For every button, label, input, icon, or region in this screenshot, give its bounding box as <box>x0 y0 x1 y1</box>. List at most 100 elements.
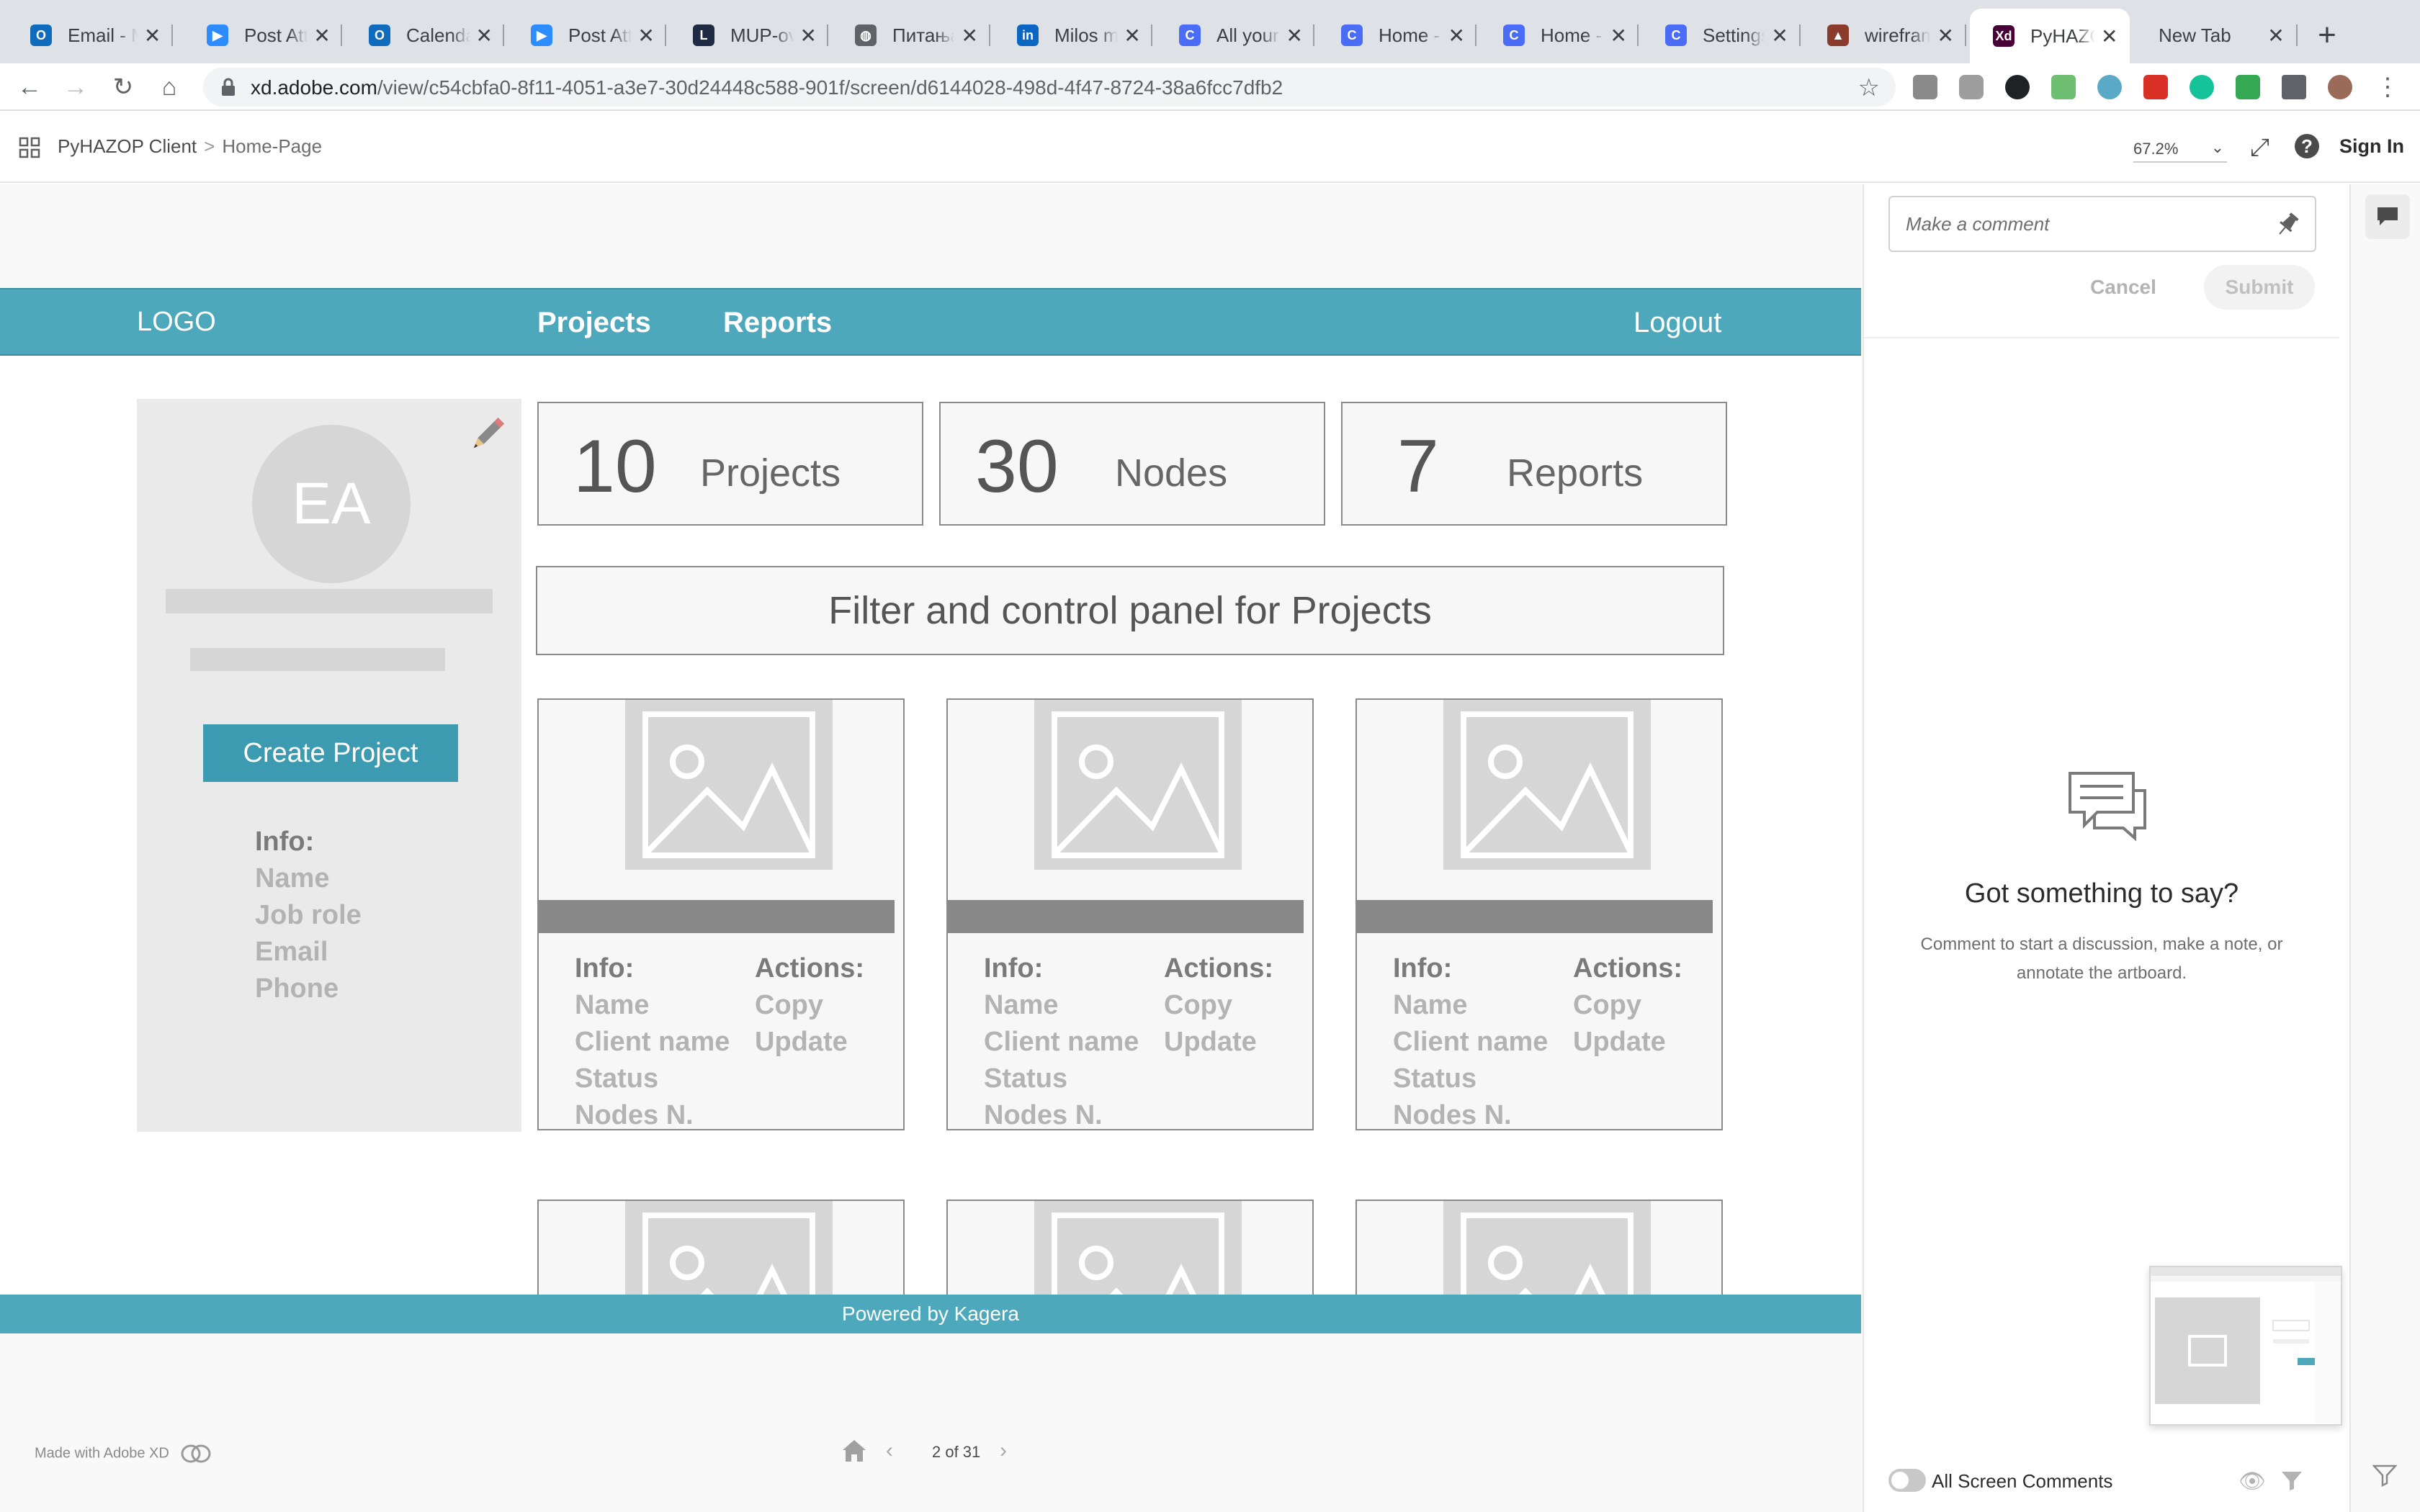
tab-title: Milos me <box>1054 24 1119 46</box>
extension-check-icon[interactable] <box>2236 75 2260 99</box>
tab-close-icon[interactable]: ✕ <box>1610 24 1627 48</box>
stat-reports[interactable]: 7 Reports <box>1341 402 1727 526</box>
address-bar[interactable]: xd.adobe.com/view/c54cbfa0-8f11-4051-a3e… <box>203 68 1896 107</box>
card-title-bar <box>948 900 1304 933</box>
artboard-home-page: LOGO Projects Reports Logout EA Create P… <box>0 184 1861 1295</box>
help-icon[interactable]: ? <box>2295 134 2319 158</box>
tab-close-icon[interactable]: ✕ <box>1770 24 1789 48</box>
logout-link[interactable]: Logout <box>1634 307 1721 339</box>
back-button[interactable]: ← <box>13 71 46 104</box>
tab-close-icon[interactable]: ✕ <box>143 24 161 48</box>
card-update-action[interactable]: Update <box>755 1024 864 1061</box>
previous-screen-button[interactable]: ‹ <box>886 1439 893 1463</box>
extension-pen-icon[interactable] <box>1913 75 1937 99</box>
home-button[interactable]: ⌂ <box>153 71 186 104</box>
project-card[interactable] <box>946 1200 1314 1295</box>
browser-tab[interactable]: Xd PyHAZO ✕ <box>1970 9 2130 63</box>
browser-tab[interactable]: ▶ Post Atte✕ <box>184 13 342 58</box>
card-copy-action[interactable]: Copy <box>755 987 864 1024</box>
card-copy-action[interactable]: Copy <box>1164 987 1273 1024</box>
tab-close-icon[interactable]: ✕ <box>1936 24 1955 48</box>
home-icon[interactable] <box>840 1437 869 1463</box>
tab-close-icon[interactable]: ✕ <box>2266 24 2286 48</box>
tab-close-icon[interactable]: ✕ <box>476 24 493 48</box>
browser-tab[interactable]: L MUP-ova ✕ <box>670 13 828 58</box>
card-actions: Actions: Copy Update <box>755 950 864 1061</box>
minimap-thumbnail[interactable] <box>2149 1266 2342 1426</box>
card-update-action[interactable]: Update <box>1164 1024 1273 1061</box>
all-screen-comments-toggle[interactable] <box>1888 1469 1926 1492</box>
browser-menu-icon[interactable]: ⋮ <box>2371 71 2404 104</box>
browser-tab[interactable]: ▲ wirefram ✕ <box>1804 13 1966 58</box>
chevron-down-icon: ⌄ <box>2210 138 2224 156</box>
tab-close-icon[interactable]: ✕ <box>1124 24 1141 48</box>
card-update-action[interactable]: Update <box>1573 1024 1682 1061</box>
browser-tab[interactable]: ▶ Post Atte✕ <box>508 13 666 58</box>
extension-link-icon[interactable] <box>2005 75 2030 99</box>
filter-flag-icon[interactable] <box>2372 1463 2397 1488</box>
card-info-name: Name <box>1393 990 1468 1020</box>
breadcrumb-app[interactable]: PyHAZOP Client <box>58 135 197 157</box>
url-text: xd.adobe.com/view/c54cbfa0-8f11-4051-a3e… <box>251 76 1283 99</box>
nav-reports[interactable]: Reports <box>723 307 832 339</box>
stat-projects[interactable]: 10 Projects <box>537 402 923 526</box>
browser-tab[interactable]: O Calendar ✕ <box>346 13 504 58</box>
filter-control-panel[interactable]: Filter and control panel for Projects <box>536 566 1724 655</box>
card-copy-action[interactable]: Copy <box>1573 987 1682 1024</box>
tab-close-icon[interactable]: ✕ <box>1286 24 1303 48</box>
grammarly-icon[interactable] <box>2190 75 2214 99</box>
app-footer: Powered by Kagera <box>0 1295 1861 1333</box>
extension-inbox-icon[interactable] <box>2051 75 2076 99</box>
speech-bubble-icon <box>2069 772 2146 841</box>
tab-close-icon[interactable]: ✕ <box>637 24 655 48</box>
browser-tab[interactable]: New Tab ✕ <box>2136 13 2298 58</box>
project-card[interactable]: Info: Name Client name Status Nodes N. A… <box>1355 698 1723 1130</box>
pin-icon[interactable] <box>2273 210 2302 239</box>
browser-tab[interactable]: ◍ Питања ✕ <box>832 13 990 58</box>
stat-nodes[interactable]: 30 Nodes <box>939 402 1325 526</box>
url-host: xd.adobe.com <box>251 76 377 99</box>
extension-lastpass-icon[interactable] <box>2143 75 2168 99</box>
forward-button[interactable]: → <box>59 71 92 104</box>
app-logo[interactable]: LOGO <box>137 307 216 338</box>
browser-tab[interactable]: C Settings ✕ <box>1642 13 1801 58</box>
grid-icon[interactable] <box>19 137 40 158</box>
project-card[interactable] <box>537 1200 905 1295</box>
next-screen-button[interactable]: › <box>1000 1439 1007 1463</box>
extension-globe-icon[interactable] <box>2097 75 2122 99</box>
extensions-puzzle-icon[interactable] <box>2282 75 2306 99</box>
project-card[interactable]: Info: Name Client name Status Nodes N. A… <box>946 698 1314 1130</box>
eye-icon[interactable]: 👁 <box>2238 1469 2266 1494</box>
tab-close-icon[interactable]: ✕ <box>313 24 331 48</box>
camera-icon[interactable] <box>1959 75 1984 99</box>
browser-tab[interactable]: O Email - M✕ <box>7 13 173 58</box>
submit-button[interactable]: Submit <box>2204 265 2315 310</box>
filter-icon[interactable] <box>2280 1469 2303 1492</box>
fullscreen-icon[interactable]: ⤢ <box>2250 134 2269 162</box>
browser-tab[interactable]: C Home - C✕ <box>1480 13 1639 58</box>
card-info: Info: Name Client name Status Nodes N. <box>984 950 1139 1129</box>
tab-close-icon[interactable]: ✕ <box>1448 24 1465 48</box>
browser-tab[interactable]: in Milos me✕ <box>994 13 1152 58</box>
profile-avatar[interactable] <box>2328 75 2352 99</box>
tab-close-icon[interactable]: ✕ <box>2101 24 2118 48</box>
project-card[interactable]: Info: Name Client name Status Nodes N. A… <box>537 698 905 1130</box>
reload-button[interactable]: ↻ <box>107 71 140 104</box>
create-project-button[interactable]: Create Project <box>203 724 458 782</box>
project-card[interactable] <box>1355 1200 1723 1295</box>
card-info-name: Name <box>575 990 650 1020</box>
cancel-button[interactable]: Cancel <box>2080 265 2166 310</box>
bookmark-star-icon[interactable]: ☆ <box>1858 73 1880 102</box>
tab-close-icon[interactable]: ✕ <box>960 24 979 48</box>
new-tab-button[interactable]: + <box>2309 17 2345 53</box>
tab-close-icon[interactable]: ✕ <box>800 24 817 48</box>
zoom-select[interactable]: 67.2% ⌄ <box>2133 134 2227 163</box>
card-info-status: Status <box>575 1063 659 1094</box>
browser-tab[interactable]: C All your c✕ <box>1156 13 1314 58</box>
pencil-icon[interactable] <box>465 413 508 456</box>
browser-tab[interactable]: C Home - C✕ <box>1318 13 1476 58</box>
comments-toggle-button[interactable] <box>2365 194 2410 239</box>
comment-input[interactable]: Make a comment <box>1888 196 2316 252</box>
nav-projects[interactable]: Projects <box>537 307 651 339</box>
sign-in-link[interactable]: Sign In <box>2339 135 2404 158</box>
